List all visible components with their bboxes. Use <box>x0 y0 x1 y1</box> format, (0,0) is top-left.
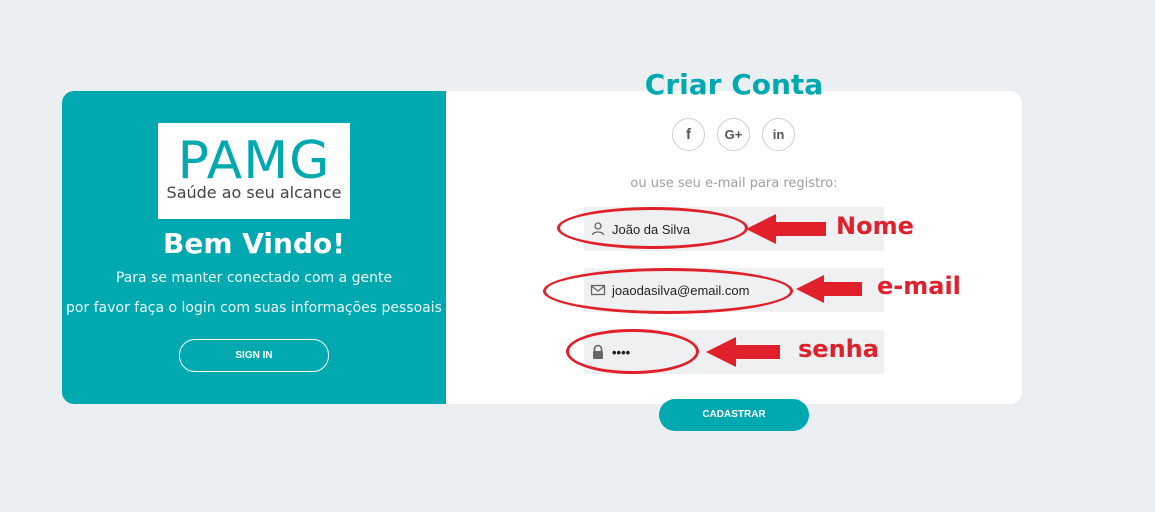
password-input[interactable]: •••• <box>612 345 630 360</box>
linkedin-button[interactable]: in <box>762 118 795 151</box>
name-arrow-icon <box>746 214 826 244</box>
email-annotation: e-mail <box>877 272 961 300</box>
email-arrow-icon <box>796 275 862 303</box>
welcome-heading: Bem Vindo! <box>162 227 345 260</box>
facebook-icon: f <box>686 126 691 143</box>
email-input[interactable]: joaodasilva@email.com <box>612 283 749 298</box>
user-icon <box>590 221 606 237</box>
logo-text: PAMG <box>177 131 331 191</box>
password-arrow-icon <box>706 337 780 367</box>
register-button[interactable]: CADASTRAR <box>659 399 809 431</box>
logo-tagline: Saúde ao seu alcance <box>166 183 342 202</box>
envelope-icon <box>590 282 606 298</box>
welcome-subtitle-2: por favor faça o login com suas informaç… <box>66 300 442 316</box>
facebook-button[interactable]: f <box>672 118 705 151</box>
page-title: Criar Conta <box>644 68 824 101</box>
welcome-subtitle-1: Para se manter conectado com a gente <box>115 270 393 286</box>
name-input[interactable]: João da Silva <box>612 222 690 237</box>
sign-in-button[interactable]: SIGN IN <box>179 339 329 372</box>
name-annotation: Nome <box>836 212 914 240</box>
lock-icon <box>590 344 606 360</box>
linkedin-icon: in <box>772 127 785 142</box>
welcome-panel: PAMG Saúde ao seu alcance Bem Vindo! Par… <box>62 91 446 404</box>
google-plus-button[interactable]: G+ <box>717 118 750 151</box>
google-plus-icon: G+ <box>724 127 743 142</box>
register-hint: ou use seu e-mail para registro: <box>630 176 838 191</box>
logo: PAMG Saúde ao seu alcance <box>158 123 350 219</box>
password-annotation: senha <box>798 335 879 363</box>
